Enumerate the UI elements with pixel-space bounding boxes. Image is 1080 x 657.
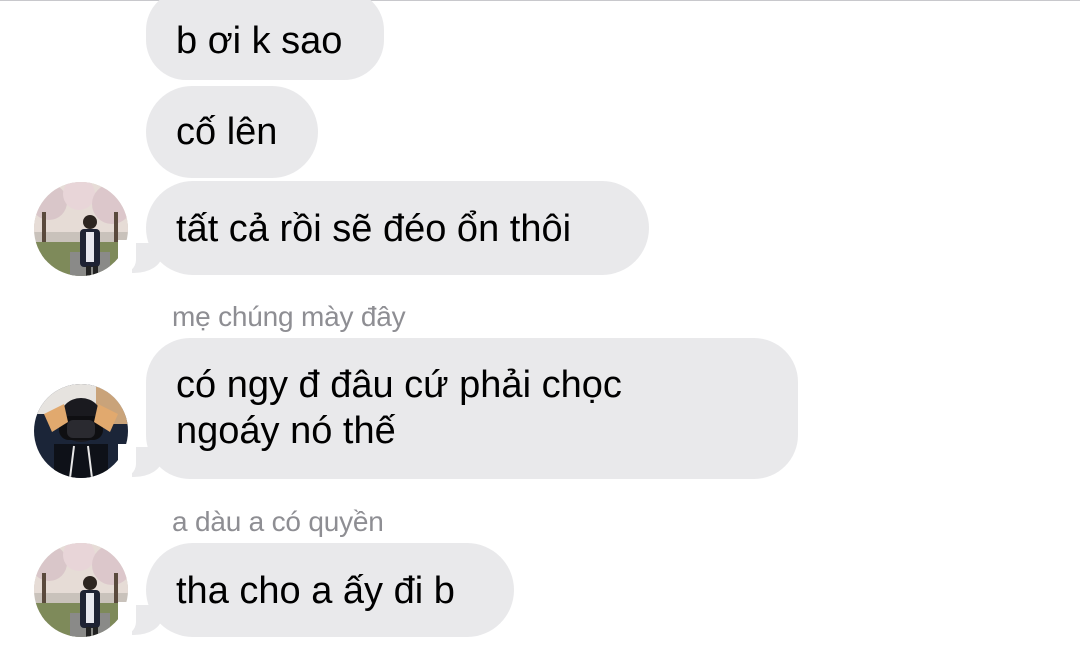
- avatar[interactable]: [34, 543, 128, 637]
- message-bubble-5[interactable]: tha cho a ấy đi b: [146, 543, 514, 637]
- message-bubble-4[interactable]: có ngy đ đâu cứ phải chọc ngoáy nó thế: [146, 338, 798, 479]
- avatar-photo-icon: [34, 543, 128, 637]
- message-text-4: có ngy đ đâu cứ phải chọc ngoáy nó thế: [176, 364, 622, 452]
- message-bubble-3[interactable]: tất cả rồi sẽ đéo ổn thôi: [146, 181, 649, 275]
- avatar-photo-icon: [34, 182, 128, 276]
- message-text-3: tất cả rồi sẽ đéo ổn thôi: [176, 208, 572, 250]
- message-bubble-2[interactable]: cố lên: [146, 86, 318, 178]
- message-bubble-1[interactable]: b ơi k sao: [146, 0, 384, 80]
- avatar[interactable]: [34, 384, 128, 478]
- message-text-2: cố lên: [176, 111, 278, 153]
- message-text-5: tha cho a ấy đi b: [176, 570, 455, 612]
- sender-name: mẹ chúng mày đây: [172, 301, 406, 332]
- sender-name: a dàu a có quyền: [172, 506, 384, 537]
- message-text-1: b ơi k sao: [176, 20, 343, 62]
- avatar-photo-icon: [34, 384, 128, 478]
- avatar[interactable]: [34, 182, 128, 276]
